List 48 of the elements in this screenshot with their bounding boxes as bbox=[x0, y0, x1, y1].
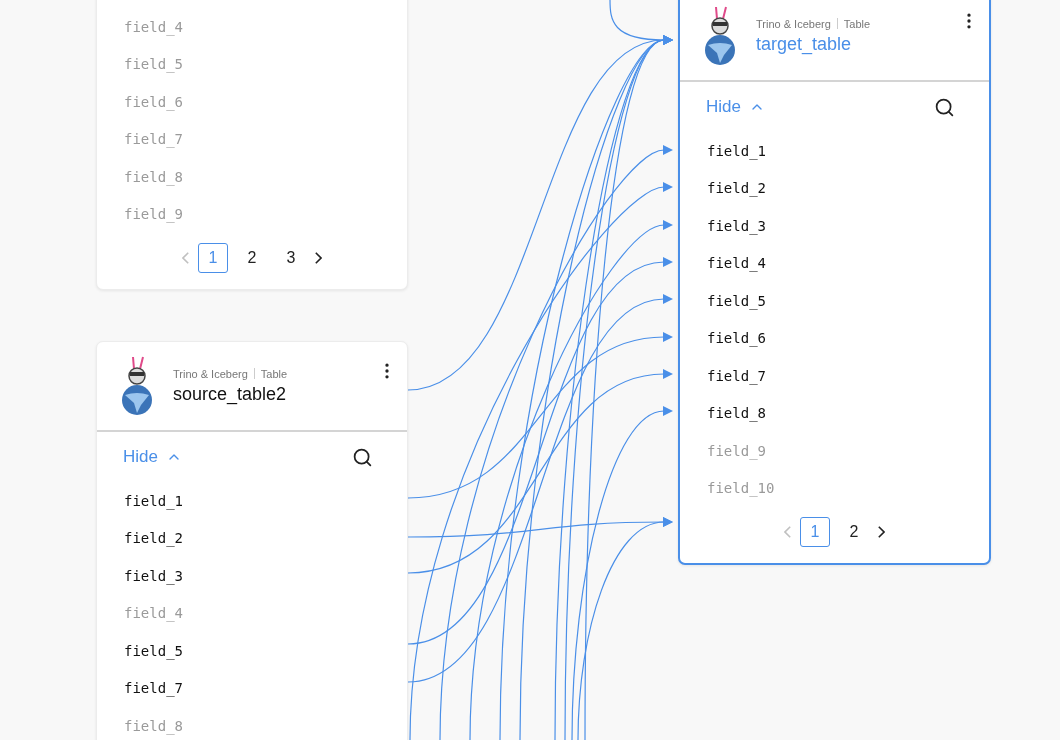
table-name: source_table2 bbox=[173, 383, 288, 405]
field-name: field_9 bbox=[706, 441, 767, 462]
field-name: field_7 bbox=[706, 366, 767, 387]
page-button[interactable]: 2 bbox=[839, 517, 869, 547]
table-name: target_table bbox=[756, 33, 853, 55]
page-button[interactable]: 1 bbox=[198, 243, 228, 273]
bunny-globe-icon bbox=[121, 355, 153, 417]
hide-toggle[interactable]: Hide bbox=[706, 97, 765, 117]
chevron-left-icon bbox=[784, 526, 791, 538]
field-name: field_6 bbox=[706, 329, 767, 349]
field-name: field_8 bbox=[706, 404, 767, 424]
field-name: field_4 bbox=[123, 17, 184, 38]
field-name: field_8 bbox=[123, 716, 184, 737]
type-label: Table bbox=[260, 367, 288, 380]
field-name: field_4 bbox=[123, 604, 184, 624]
search-icon[interactable] bbox=[352, 446, 373, 468]
field-name: field_1 bbox=[706, 141, 767, 162]
chevron-right-icon bbox=[878, 526, 885, 538]
page-button[interactable]: 3 bbox=[276, 243, 306, 273]
field-name: field_5 bbox=[123, 641, 184, 662]
search-icon[interactable] bbox=[934, 96, 955, 118]
engine-label: Trino & Iceberg bbox=[173, 367, 248, 380]
type-label: Table bbox=[843, 17, 871, 30]
field-name: field_3 bbox=[123, 566, 184, 587]
field-name: field_1 bbox=[123, 491, 184, 512]
field-name: field_7 bbox=[123, 130, 184, 150]
bunny-globe-icon bbox=[704, 5, 736, 67]
hide-label: Hide bbox=[706, 97, 741, 117]
field-name: field_8 bbox=[123, 167, 184, 188]
page-button[interactable]: 1 bbox=[800, 517, 830, 547]
field-name: field_6 bbox=[123, 92, 184, 113]
field-name: field_9 bbox=[123, 205, 184, 225]
field-name: field_7 bbox=[123, 679, 184, 699]
field-name: field_5 bbox=[706, 291, 767, 312]
field-name: field_2 bbox=[123, 529, 184, 549]
next-page-button[interactable] bbox=[878, 526, 885, 538]
hide-toggle[interactable]: Hide bbox=[123, 447, 182, 467]
field-name: field_3 bbox=[706, 216, 767, 237]
field-name: field_2 bbox=[706, 179, 767, 199]
field-name: field_4 bbox=[706, 254, 767, 274]
chevron-right-icon bbox=[315, 252, 322, 264]
hide-label: Hide bbox=[123, 447, 158, 467]
engine-label: Trino & Iceberg bbox=[756, 17, 831, 30]
page-button[interactable]: 2 bbox=[237, 243, 267, 273]
next-page-button[interactable] bbox=[315, 252, 322, 264]
chevron-left-icon bbox=[182, 252, 189, 264]
field-name: field_5 bbox=[123, 55, 184, 75]
field-name: field_10 bbox=[706, 479, 776, 499]
